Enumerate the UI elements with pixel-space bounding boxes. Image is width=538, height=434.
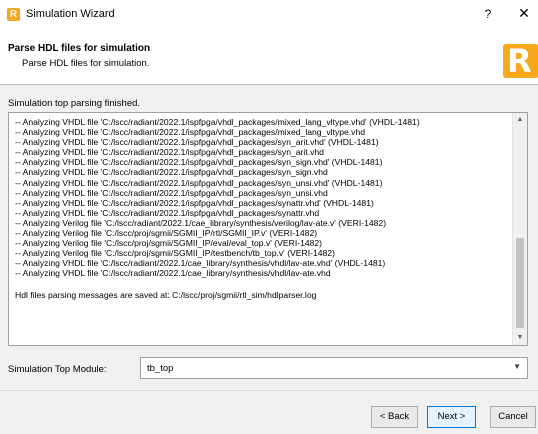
radiant-logo: R (503, 44, 538, 78)
chevron-down-icon[interactable]: ▼ (513, 362, 521, 371)
cancel-button[interactable]: Cancel (490, 406, 536, 428)
log-line: -- Analyzing VHDL file 'C:/lscc/radiant/… (15, 137, 379, 148)
log-line: -- Analyzing VHDL file 'C:/lscc/radiant/… (15, 207, 320, 218)
log-line: -- Analyzing VHDL file 'C:/lscc/radiant/… (15, 197, 374, 208)
status-text: Simulation top parsing finished. (8, 98, 141, 109)
radiant-app-icon: R (7, 8, 20, 21)
title-bar: R Simulation Wizard ? ✕ (0, 0, 538, 29)
scroll-thumb[interactable] (516, 238, 524, 328)
window-title: Simulation Wizard (26, 8, 115, 20)
log-line: -- Analyzing VHDL file 'C:/lscc/radiant/… (15, 177, 383, 188)
log-line: -- Analyzing VHDL file 'C:/lscc/radiant/… (15, 258, 386, 269)
page-subtitle: Parse HDL files for simulation. (22, 58, 150, 69)
log-line: -- Analyzing VHDL file 'C:/lscc/radiant/… (15, 167, 328, 178)
log-line: -- Analyzing VHDL file 'C:/lscc/radiant/… (15, 127, 366, 138)
log-line: -- Analyzing Verilog file 'C:/lscc/proj/… (15, 238, 323, 249)
top-module-select[interactable]: tb_top ▼ (140, 357, 528, 379)
log-scrollbar[interactable]: ▲ ▼ (512, 113, 527, 345)
page-title: Parse HDL files for simulation (8, 43, 151, 54)
log-summary: Hdl files parsing messages are saved at:… (15, 289, 317, 300)
next-button[interactable]: Next > (427, 406, 476, 428)
log-line: -- Analyzing Verilog file 'C:/lscc/radia… (15, 217, 387, 228)
top-module-label: Simulation Top Module: (8, 364, 107, 375)
log-line: -- Analyzing VHDL file 'C:/lscc/radiant/… (15, 157, 383, 168)
parse-log-textarea[interactable]: -- Analyzing VHDL file 'C:/lscc/radiant/… (8, 112, 528, 346)
log-line: -- Analyzing VHDL file 'C:/lscc/radiant/… (15, 117, 420, 127)
wizard-header: Parse HDL files for simulation Parse HDL… (0, 28, 538, 85)
log-line: -- Analyzing Verilog file 'C:/lscc/proj/… (15, 228, 318, 239)
logo-letter: R (507, 44, 532, 78)
back-button[interactable]: < Back (371, 406, 418, 428)
close-icon[interactable]: ✕ (516, 5, 532, 21)
footer-divider (0, 390, 538, 391)
log-line: -- Analyzing Verilog file 'C:/lscc/proj/… (15, 248, 335, 259)
scroll-up-icon[interactable]: ▲ (513, 113, 527, 127)
log-spacer (15, 279, 509, 290)
log-line: -- Analyzing VHDL file 'C:/lscc/radiant/… (15, 187, 328, 198)
log-content: -- Analyzing VHDL file 'C:/lscc/radiant/… (15, 117, 509, 341)
log-line: -- Analyzing VHDL file 'C:/lscc/radiant/… (15, 268, 331, 279)
log-line: -- Analyzing VHDL file 'C:/lscc/radiant/… (15, 147, 324, 158)
scroll-down-icon[interactable]: ▼ (513, 331, 527, 345)
help-icon[interactable]: ? (480, 6, 496, 22)
top-module-value: tb_top (147, 363, 174, 374)
